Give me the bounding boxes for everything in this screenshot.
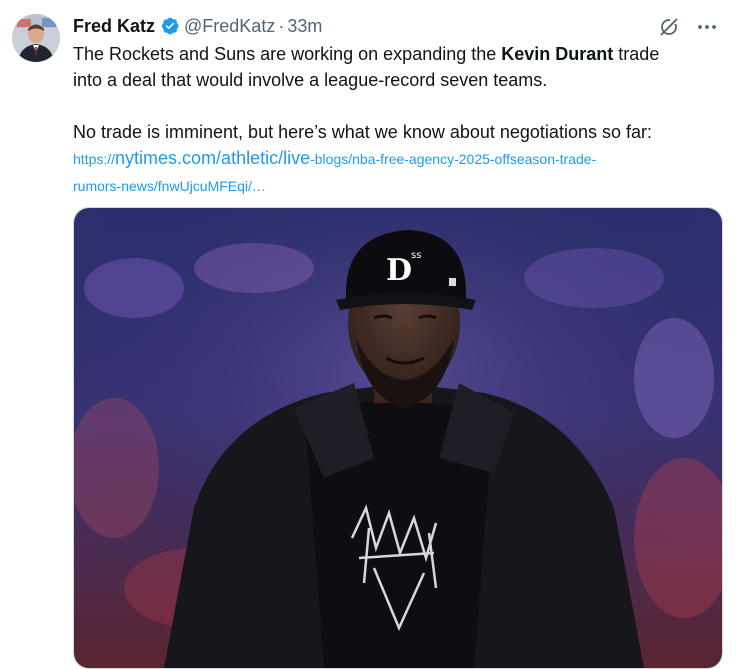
tweet-text: The Rockets and Suns are working on expa… — [73, 41, 723, 199]
grok-icon[interactable] — [656, 14, 682, 40]
more-icon[interactable] — [694, 14, 720, 40]
mention-bold: Kevin Durant — [501, 44, 614, 64]
author-name[interactable]: Fred Katz — [73, 16, 155, 37]
tweet-media-photo[interactable]: D ss — [73, 207, 723, 669]
photo-image: D ss — [74, 208, 722, 668]
timestamp[interactable]: 33m — [287, 16, 322, 37]
avatar-image — [12, 14, 60, 62]
tweet-line-1: The Rockets and Suns are working on expa… — [73, 44, 660, 64]
separator-dot: · — [278, 15, 285, 36]
tweet-line-3: No trade is imminent, but here’s what we… — [73, 122, 652, 142]
avatar[interactable] — [12, 14, 60, 62]
tweet-actions-top — [656, 14, 720, 40]
svg-text:D: D — [386, 253, 412, 288]
svg-text:ss: ss — [411, 250, 421, 261]
tweet-link[interactable]: https://nytimes.com/athletic/live-blogs/… — [73, 145, 723, 172]
tweet-header: Fred Katz @FredKatz · 33m — [73, 15, 322, 37]
author-handle[interactable]: @FredKatz — [184, 16, 275, 37]
tweet-link-continued[interactable]: rumors-news/fnwUjcuMFEqi/… — [73, 172, 723, 199]
tweet-line-2: into a deal that would involve a league-… — [73, 70, 548, 90]
verified-badge-icon — [160, 16, 180, 36]
